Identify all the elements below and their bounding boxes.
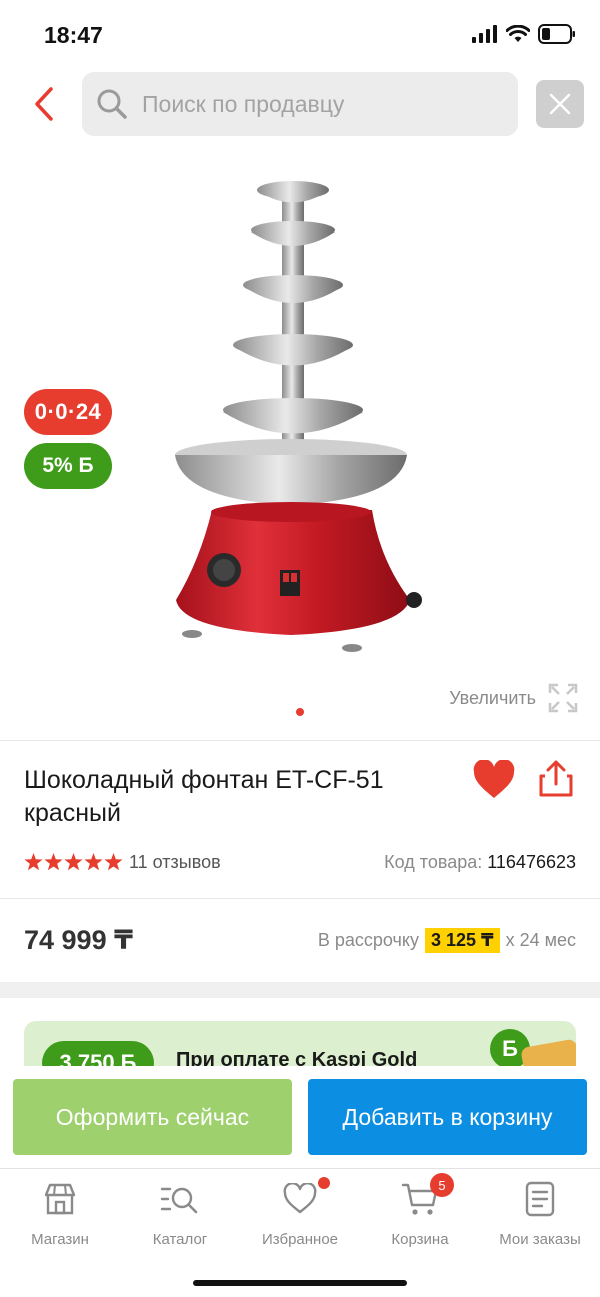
expand-icon: [548, 683, 578, 713]
tab-store[interactable]: Магазин: [0, 1179, 120, 1248]
catalog-icon: [160, 1179, 200, 1219]
tab-favorites[interactable]: Избранное: [240, 1177, 360, 1248]
orders-icon: [520, 1179, 560, 1219]
close-icon: [549, 93, 571, 115]
tab-label: Избранное: [261, 1231, 339, 1248]
back-button[interactable]: [26, 84, 62, 124]
reviews-link[interactable]: 11 отзывов: [129, 852, 221, 873]
installment-suffix: х 24 мес: [505, 930, 576, 950]
installment-amount: 3 125 ₸: [425, 928, 500, 953]
product-price: 74 999 ₸: [24, 925, 133, 955]
search-header: [0, 70, 600, 140]
add-to-cart-button[interactable]: Добавить в корзину: [308, 1079, 587, 1155]
installment-prefix: В рассрочку: [317, 930, 419, 950]
rating-row: 11 отзывов Код товара: 116476623: [24, 850, 576, 874]
sku-label: Код товара:: [384, 851, 483, 872]
status-bar: 18:47: [0, 0, 600, 70]
divider: [0, 898, 600, 899]
tab-label: Мои заказы: [499, 1231, 581, 1248]
star-icon: [84, 853, 103, 871]
wifi-icon: [506, 25, 530, 42]
status-icons: [472, 24, 576, 44]
home-indicator[interactable]: [193, 1280, 407, 1286]
share-button[interactable]: [538, 760, 576, 802]
star-icon: [44, 853, 63, 871]
tab-label: Корзина: [391, 1231, 449, 1248]
tab-label: Каталог: [152, 1231, 208, 1248]
favorites-dot-badge: [318, 1177, 330, 1189]
sku-value: 116476623: [487, 851, 576, 872]
search-icon: [97, 89, 127, 119]
battery-icon: [538, 24, 575, 44]
cart-count-badge: 5: [430, 1173, 454, 1197]
installment-info[interactable]: В рассрочку 3 125 ₸ х 24 мес: [318, 928, 576, 953]
signal-icon: [472, 25, 497, 43]
star-icon: [24, 853, 43, 871]
tab-catalog[interactable]: Каталог: [120, 1179, 240, 1248]
store-icon: [40, 1179, 80, 1219]
rating-stars[interactable]: [24, 853, 123, 871]
bonus-badge: 5% Б: [24, 443, 112, 489]
divider: [0, 740, 600, 741]
close-button[interactable]: [536, 80, 584, 128]
buy-now-button[interactable]: Оформить сейчас: [13, 1079, 292, 1155]
chevron-left-icon: [35, 87, 53, 121]
tab-bar: Магазин Каталог Избранное 5 Корзина Мои …: [0, 1168, 600, 1297]
product-title: Шоколадный фонтан ET-CF-51 красный: [24, 766, 384, 827]
zoom-label: Увеличить: [449, 687, 536, 708]
share-icon: [539, 760, 573, 797]
star-icon: [104, 853, 123, 871]
action-bar: Оформить сейчас Добавить в корзину: [0, 1066, 600, 1168]
sku: Код товара: 116476623: [384, 852, 576, 873]
tab-label: Магазин: [31, 1231, 89, 1248]
tab-cart[interactable]: 5 Корзина: [360, 1173, 480, 1248]
search-input[interactable]: [142, 90, 482, 118]
heart-outline-icon: [280, 1177, 330, 1219]
zoom-button[interactable]: Увеличить: [449, 683, 578, 713]
search-box[interactable]: [82, 72, 518, 136]
section-separator: [0, 982, 600, 998]
product-gallery[interactable]: [0, 160, 600, 720]
cart-icon: 5: [400, 1173, 454, 1219]
favorite-button[interactable]: [472, 759, 518, 802]
gallery-pager-dot[interactable]: [296, 708, 304, 716]
heart-icon: [473, 759, 515, 798]
installment-badge: 0·0·24: [24, 389, 112, 435]
tab-orders[interactable]: Мои заказы: [480, 1179, 600, 1248]
star-icon: [64, 853, 83, 871]
status-time: 18:47: [44, 22, 103, 48]
